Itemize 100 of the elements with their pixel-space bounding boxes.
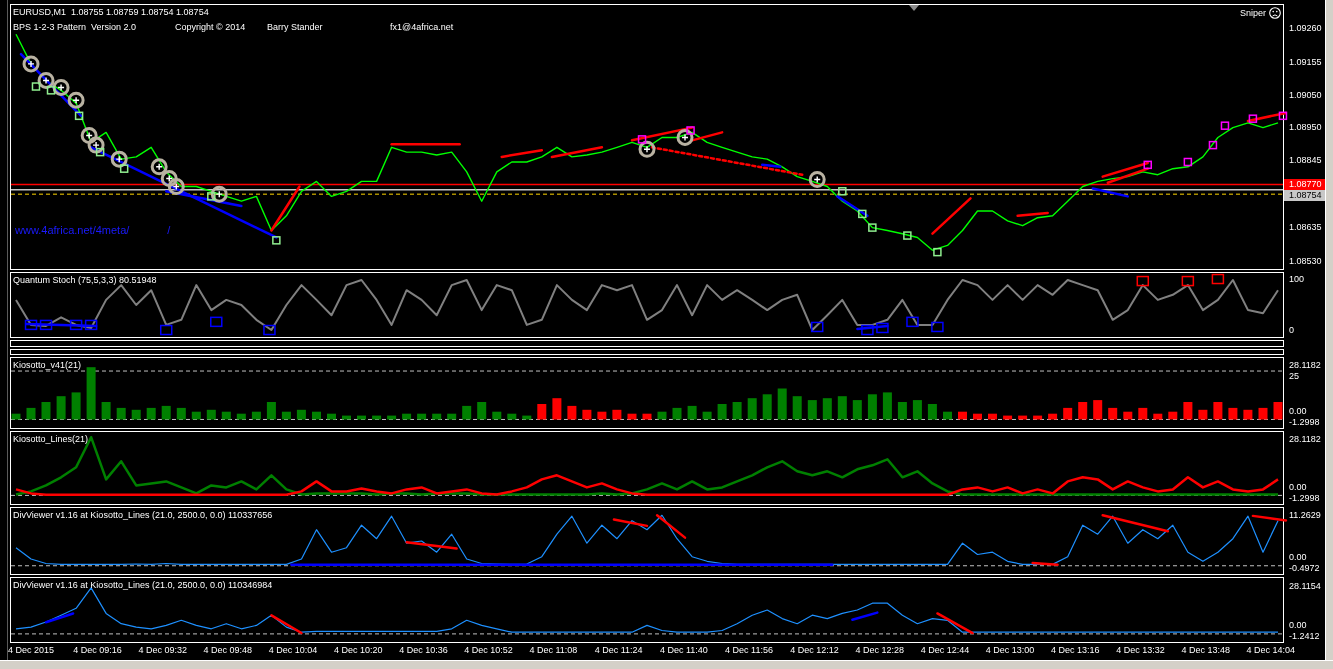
indicator-title: DivViewer v1.16 at Kiosotto_Lines (21.0, 2500.0, 0.0) 110346984 — [13, 580, 273, 591]
trend-line — [1091, 187, 1129, 198]
axis-label: -1.2412 — [1289, 630, 1320, 642]
square-marker-icon — [858, 209, 867, 219]
trend-line — [856, 324, 889, 331]
square-marker-icon — [69, 319, 83, 331]
time-axis-label: 4 Dec 13:00 — [985, 645, 1036, 657]
time-axis-label: 4 Dec 10:36 — [399, 645, 449, 657]
square-marker-icon — [1136, 275, 1150, 287]
axis-label: 1.08530 — [1289, 255, 1322, 267]
square-marker-icon — [861, 324, 874, 336]
axis-label: 1.09260 — [1289, 23, 1322, 35]
chart-text-label: / — [167, 224, 171, 237]
level-label: 0.00 — [1289, 405, 1307, 417]
level-label: 0.00 — [1289, 481, 1307, 493]
triangle-marker-icon[interactable] — [909, 5, 919, 11]
trend-line — [550, 146, 604, 159]
ring-plus-icon — [110, 150, 128, 168]
ring-plus-icon — [638, 140, 656, 158]
time-axis-label: 4 Dec 09:32 — [138, 645, 188, 657]
author-text: Barry Stander — [267, 22, 324, 33]
trend-line — [390, 142, 461, 146]
time-axis-label: 4 Dec 12:28 — [855, 645, 905, 657]
trend-line — [1251, 514, 1288, 522]
time-axis-label: 4 Dec 10:52 — [464, 645, 514, 657]
axis-label: -1.2998 — [1289, 492, 1320, 504]
level-label: 0.00 — [1289, 619, 1307, 631]
symbol-quote-text: EURUSD,M1 1.08755 1.08759 1.08754 1.08754 — [13, 7, 210, 18]
trend-line — [931, 197, 972, 235]
square-marker-icon — [838, 187, 847, 196]
square-marker-icon — [637, 135, 647, 144]
price-tag: 1.08754 — [1284, 190, 1325, 202]
axis-label: 1.08845 — [1289, 155, 1322, 167]
copyright-text: Copyright © 2014 — [175, 22, 247, 33]
axis-label: 100 — [1289, 273, 1305, 285]
level-label: 0.00 — [1289, 551, 1307, 563]
square-marker-icon — [272, 236, 281, 245]
square-marker-icon — [876, 322, 889, 334]
ring-plus-icon — [167, 178, 185, 195]
ring-plus-icon — [67, 91, 85, 109]
trend-line — [655, 514, 687, 539]
time-axis-label: 4 Dec 14:04 — [1246, 645, 1297, 657]
indicator-name-text: BPS 1-2-3 Pattern Version 2.0 — [13, 22, 138, 33]
time-axis-label: 4 Dec 10:04 — [268, 645, 319, 657]
square-marker-icon — [24, 319, 38, 331]
square-marker-icon — [931, 321, 944, 333]
square-marker-icon — [1181, 275, 1195, 287]
email-text: fx1@4africa.net — [390, 22, 454, 33]
ring-plus-icon — [808, 171, 826, 188]
trend-line — [1106, 167, 1149, 184]
axis-label: 1.09050 — [1289, 89, 1322, 101]
ring-plus-icon — [210, 185, 228, 203]
time-axis-label: 4 Dec 13:16 — [1051, 645, 1101, 657]
indicator-title: Kiosotto_v41(21) — [13, 360, 82, 371]
time-axis-label: 4 Dec 2015 — [8, 645, 56, 657]
trend-line — [1101, 161, 1149, 178]
square-marker-icon — [686, 126, 695, 135]
time-axis-label: 4 Dec 11:56 — [725, 645, 774, 657]
time-axis-label: 4 Dec 13:48 — [1181, 645, 1231, 657]
square-marker-icon — [1248, 114, 1258, 123]
chart-text-label: www.4africa.net/4meta/ — [15, 224, 130, 237]
square-marker-icon — [84, 319, 98, 331]
square-marker-icon — [933, 247, 942, 257]
time-axis-label: 4 Dec 13:32 — [1116, 645, 1166, 657]
ring-plus-icon — [80, 127, 98, 145]
ring-plus-icon — [676, 129, 694, 146]
square-marker-icon — [210, 316, 223, 328]
ring-plus-icon — [160, 170, 178, 188]
time-axis-label: 4 Dec 10:20 — [333, 645, 384, 657]
square-marker-icon — [1143, 160, 1152, 170]
trend-line — [44, 612, 75, 624]
trend-line — [761, 163, 782, 169]
axis-label: 1.09155 — [1289, 56, 1322, 68]
indicator-title: DivViewer v1.16 at Kiosotto_Lines (21.0, 2500.0, 0.0) 110337656 — [13, 510, 273, 521]
square-marker-icon — [810, 321, 824, 333]
price-tag: 1.08770 — [1284, 179, 1325, 191]
square-marker-icon — [906, 316, 919, 328]
indicator-title: Kiosotto_Lines(21) — [13, 434, 89, 445]
time-axis-label: 4 Dec 11:40 — [659, 645, 709, 657]
square-marker-icon — [1211, 273, 1225, 285]
level-label: 25 — [1289, 370, 1299, 382]
ring-plus-icon — [150, 158, 168, 176]
trend-line — [270, 614, 303, 635]
square-marker-icon — [31, 82, 41, 91]
trend-line — [936, 612, 974, 635]
square-marker-icon — [95, 147, 105, 157]
square-marker-icon — [1183, 157, 1193, 167]
square-marker-icon — [39, 319, 53, 331]
square-marker-icon — [1208, 140, 1218, 150]
trend-line — [1016, 211, 1049, 218]
axis-label: -1.2998 — [1289, 416, 1320, 428]
axis-label: 28.1154 — [1289, 580, 1321, 592]
indicator-title: Quantum Stoch (75,5,3,3) 80.51948 — [13, 275, 157, 286]
time-axis-label: 4 Dec 12:12 — [790, 645, 840, 657]
trend-line — [1031, 561, 1059, 567]
square-marker-icon — [903, 231, 912, 240]
square-marker-icon — [263, 324, 276, 336]
square-marker-icon — [207, 192, 216, 201]
axis-label: 1.08950 — [1289, 121, 1322, 133]
time-axis-label: 4 Dec 12:44 — [920, 645, 971, 657]
